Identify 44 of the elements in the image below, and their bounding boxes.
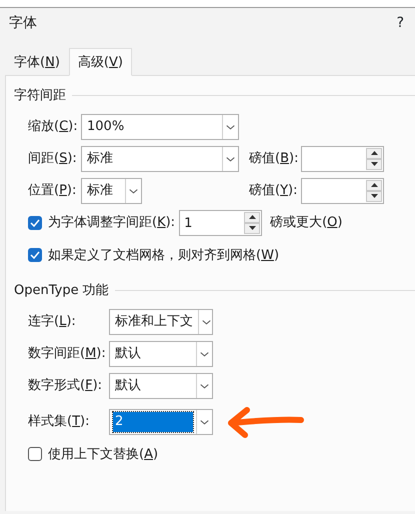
field-label: 使用上下文替换(A)	[48, 446, 158, 464]
spin-field[interactable]: 1	[179, 210, 262, 236]
field-label: 磅或更大(O)	[270, 214, 342, 232]
dropdown[interactable]: 2	[109, 408, 213, 434]
spin-down-button[interactable]	[366, 158, 382, 170]
tab[interactable]: 字体(N)	[5, 50, 69, 75]
spin-field[interactable]	[301, 178, 384, 204]
field-label: 为字体调整字间距(K):	[48, 214, 176, 232]
dropdown[interactable]: 100%	[81, 114, 239, 140]
up-arrow-icon	[370, 183, 378, 187]
spin-field[interactable]	[301, 146, 384, 172]
tab[interactable]: 高级(V)	[68, 48, 132, 76]
section-title: OpenType 功能	[14, 282, 109, 300]
dropdown[interactable]: 标准	[81, 146, 239, 172]
field-label: 连字(L):	[28, 312, 77, 331]
section-title: 字符间距	[14, 87, 66, 105]
window-title: 字体	[9, 14, 37, 32]
spin-down-button[interactable]	[244, 222, 260, 234]
field-label: 磅值(Y):	[249, 182, 298, 200]
field-label: 位置(P):	[28, 182, 78, 200]
field-label: 样式集(T):	[28, 412, 90, 431]
checkbox[interactable]	[28, 447, 42, 462]
checkbox[interactable]	[28, 248, 42, 262]
up-arrow-icon	[370, 151, 378, 155]
field-label: 数字间距(M):	[28, 344, 107, 363]
down-arrow-icon	[248, 226, 256, 230]
spin-up-button[interactable]	[366, 148, 382, 158]
down-arrow-icon	[370, 162, 378, 166]
field-label: 间距(S):	[28, 150, 78, 168]
checkbox[interactable]	[28, 216, 42, 230]
dropdown[interactable]: 标准和上下文	[109, 308, 213, 334]
down-arrow-icon	[370, 194, 378, 198]
dropdown[interactable]: 默认	[109, 340, 213, 366]
dropdown[interactable]: 默认	[109, 372, 213, 398]
dropdown[interactable]: 标准	[81, 178, 142, 204]
field-label: 如果定义了文档网格，则对齐到网格(W)	[48, 246, 280, 264]
up-arrow-icon	[248, 215, 256, 219]
spin-up-button[interactable]	[244, 212, 260, 222]
field-label: 缩放(C):	[28, 118, 79, 136]
help-button[interactable]: ?	[396, 12, 405, 34]
spin-down-button[interactable]	[366, 190, 382, 202]
field-label: 数字形式(F):	[28, 376, 104, 395]
field-label: 磅值(B):	[249, 150, 300, 168]
spin-up-button[interactable]	[366, 180, 382, 190]
